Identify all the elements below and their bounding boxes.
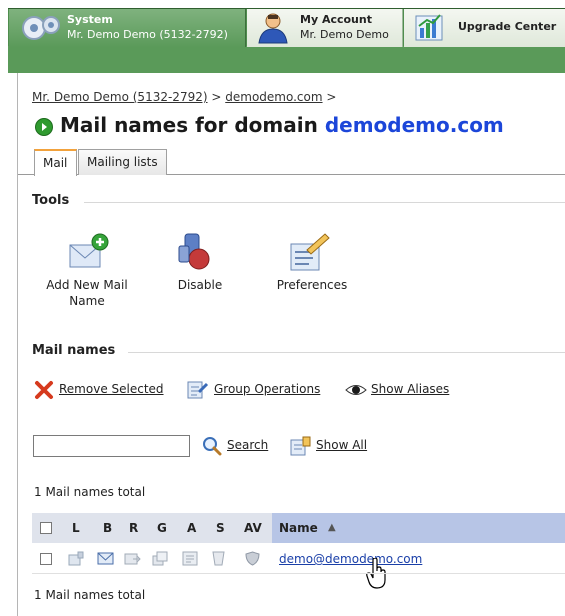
breadcrumb: Mr. Demo Demo (5132-2792) > demodemo.com…	[32, 90, 336, 104]
user-icon	[258, 13, 288, 44]
disable-button[interactable]: Disable	[170, 277, 230, 293]
column-header-l[interactable]: L	[72, 521, 80, 535]
hand-cursor-icon	[366, 558, 386, 589]
group-operations-icon[interactable]	[187, 380, 209, 400]
nav-account-subtitle[interactable]: Mr. Demo Demo	[300, 29, 389, 41]
breadcrumb-separator: >	[326, 90, 337, 104]
breadcrumb-item-account[interactable]: Mr. Demo Demo (5132-2792)	[32, 90, 208, 104]
add-new-mail-name-button[interactable]: Add New Mail Name	[40, 277, 134, 309]
disable-icon[interactable]	[177, 232, 219, 272]
mail-name-link[interactable]: demo@demodemo.com	[279, 552, 422, 566]
remove-x-icon[interactable]	[34, 380, 54, 400]
group-operations-link[interactable]: Group Operations	[214, 382, 320, 396]
mail-names-heading: Mail names	[32, 343, 116, 358]
column-header-name[interactable]: Name	[279, 521, 318, 535]
page-title: Mail names for domain demodemo.com	[60, 113, 504, 137]
search-button[interactable]: Search	[227, 438, 268, 452]
row-checkbox[interactable]	[40, 553, 52, 565]
content-left-border	[17, 73, 18, 616]
column-header-b[interactable]: B	[103, 521, 112, 535]
nav-account-title[interactable]: My Account	[300, 14, 372, 26]
top-nav-strip	[8, 46, 565, 73]
search-input[interactable]	[33, 435, 190, 457]
row-autoresponder-icon[interactable]	[182, 551, 199, 566]
mail-names-divider	[128, 352, 565, 353]
remove-selected-link[interactable]: Remove Selected	[59, 382, 164, 396]
total-count-bottom: 1 Mail names total	[34, 588, 146, 602]
row-antivirus-shield-icon[interactable]	[244, 551, 261, 566]
tools-divider	[84, 202, 565, 203]
go-arrow-icon	[35, 118, 53, 136]
row-group-icon[interactable]	[152, 551, 169, 566]
tools-heading: Tools	[32, 193, 70, 208]
search-icon[interactable]	[202, 436, 222, 456]
show-all-icon[interactable]	[290, 436, 312, 456]
tab-mail[interactable]: Mail	[34, 149, 77, 176]
sort-ascending-icon[interactable]: ▲	[328, 522, 336, 533]
row-spam-filter-icon[interactable]	[210, 551, 227, 566]
column-header-av[interactable]: AV	[244, 521, 262, 535]
row-mailbox-icon[interactable]	[68, 551, 85, 566]
nav-system-subtitle[interactable]: Mr. Demo Demo (5132-2792)	[67, 29, 228, 41]
total-count-top: 1 Mail names total	[34, 485, 146, 499]
preferences-icon[interactable]	[289, 230, 331, 272]
breadcrumb-item-domain[interactable]: demodemo.com	[225, 90, 322, 104]
breadcrumb-separator: >	[211, 90, 222, 104]
preferences-button[interactable]: Preferences	[266, 277, 358, 293]
column-header-r[interactable]: R	[129, 521, 138, 535]
page-title-prefix: Mail names for domain	[60, 113, 318, 137]
column-header-g[interactable]: G	[157, 521, 167, 535]
show-all-link[interactable]: Show All	[316, 438, 367, 452]
gear-icon	[22, 16, 60, 40]
tab-mailing-lists[interactable]: Mailing lists	[78, 149, 167, 175]
column-header-s[interactable]: S	[216, 521, 225, 535]
row-redirect-icon[interactable]	[124, 551, 141, 566]
add-mail-icon[interactable]	[68, 233, 110, 271]
page-title-domain: demodemo.com	[324, 113, 504, 137]
column-header-a[interactable]: A	[187, 521, 196, 535]
row-envelope-icon[interactable]	[97, 551, 114, 566]
select-all-checkbox[interactable]	[40, 522, 52, 534]
eye-icon[interactable]	[345, 383, 367, 397]
show-aliases-link[interactable]: Show Aliases	[371, 382, 449, 396]
nav-system-title[interactable]: System	[67, 14, 113, 26]
nav-upgrade-title[interactable]: Upgrade Center	[458, 21, 556, 33]
row-divider	[32, 573, 565, 574]
upgrade-chart-icon	[415, 14, 443, 41]
